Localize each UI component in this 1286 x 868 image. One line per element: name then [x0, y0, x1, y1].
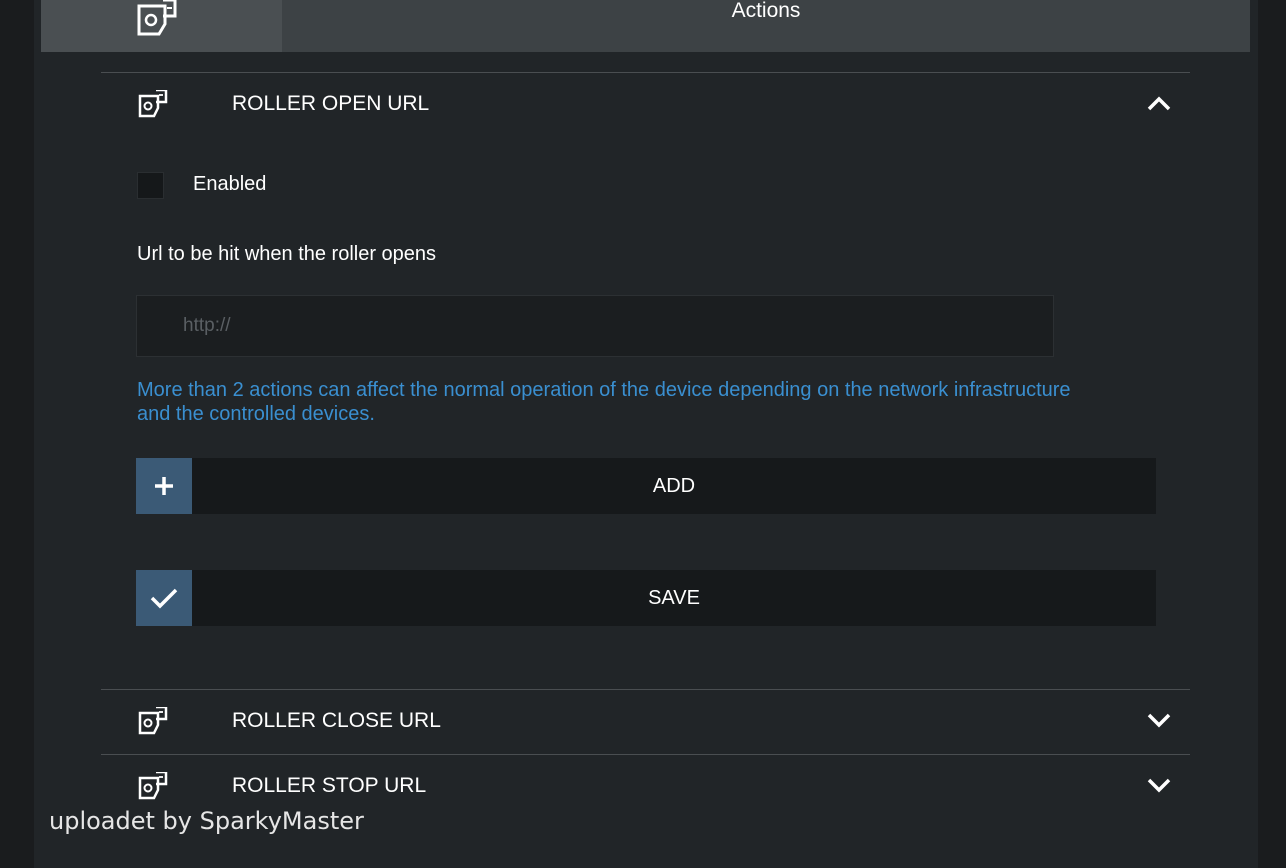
chevron-up-icon[interactable] [1146, 94, 1172, 112]
plug-timer-icon [137, 0, 177, 36]
plug-timer-icon [138, 707, 168, 735]
section-title: ROLLER CLOSE URL [232, 709, 441, 732]
enabled-checkbox[interactable] [137, 172, 164, 199]
header-icon-tab[interactable] [41, 0, 282, 52]
save-button-label: SAVE [648, 587, 700, 609]
warning-text: More than 2 actions can affect the norma… [137, 379, 1071, 425]
plus-icon [136, 458, 192, 514]
plug-timer-icon [138, 772, 168, 800]
actions-header: Actions [41, 0, 1250, 52]
watermark-text: uploadet by SparkyMaster [49, 807, 364, 835]
section-roller-open-url[interactable]: ROLLER OPEN URL [101, 73, 1190, 135]
chevron-down-icon[interactable] [1146, 711, 1172, 729]
section-title: ROLLER OPEN URL [232, 92, 430, 115]
url-input[interactable] [136, 295, 1054, 357]
chevron-down-icon[interactable] [1146, 776, 1172, 794]
plug-timer-icon [138, 90, 168, 118]
add-button[interactable]: ADD [136, 458, 1156, 514]
save-button[interactable]: SAVE [136, 570, 1156, 626]
enabled-label: Enabled [193, 173, 267, 195]
checkmark-icon [136, 570, 192, 626]
add-button-label: ADD [652, 475, 696, 497]
page-title: Actions [731, 0, 801, 22]
section-roller-close-url[interactable]: ROLLER CLOSE URL [101, 690, 1190, 752]
url-field-label: Url to be hit when the roller opens [137, 243, 437, 265]
